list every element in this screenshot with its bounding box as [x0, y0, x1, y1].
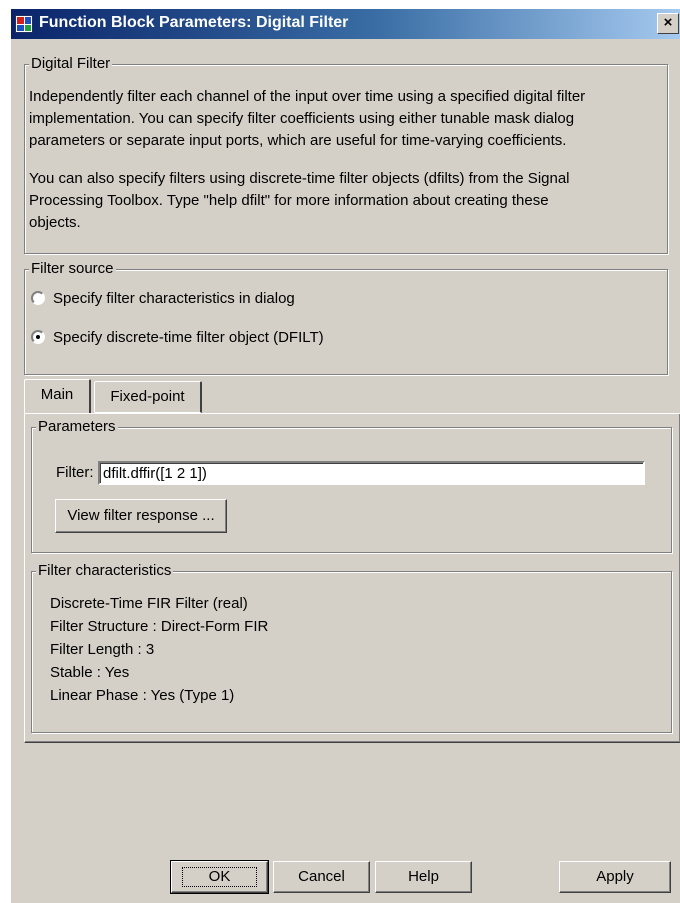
view-filter-response-label: View filter response ...: [67, 507, 215, 524]
radio-unchecked-icon[interactable]: [31, 290, 45, 305]
description-line: objects.: [29, 214, 81, 231]
close-icon: ×: [663, 14, 673, 31]
filter-source-legend: Filter source: [29, 259, 116, 279]
help-button[interactable]: Help: [375, 861, 472, 893]
characteristic-line: Filter Structure : Direct-Form FIR: [50, 618, 269, 635]
radio-label: Specify discrete-time filter object (DFI…: [53, 329, 324, 346]
description-line: Processing Toolbox. Type "help dfilt" fo…: [29, 192, 549, 209]
description-line: implementation. You can specify filter c…: [29, 110, 575, 127]
parameters-group: Parameters: [31, 417, 672, 553]
dialog-window: Function Block Parameters: Digital Filte…: [10, 8, 680, 903]
filter-label: Filter:: [56, 464, 94, 481]
description-line: parameters or separate input ports, whic…: [29, 132, 567, 149]
ok-button[interactable]: OK: [170, 860, 269, 894]
radio-label: Specify filter characteristics in dialog: [53, 290, 295, 307]
window-title: Function Block Parameters: Digital Filte…: [39, 14, 349, 31]
description-line: You can also specify filters using discr…: [29, 170, 570, 187]
tab-fixed-point-label: Fixed-point: [110, 388, 185, 405]
filter-characteristics-legend: Filter characteristics: [36, 561, 174, 581]
characteristic-line: Filter Length : 3: [50, 641, 155, 658]
view-filter-response-button[interactable]: View filter response ...: [55, 499, 227, 533]
apply-label: Apply: [596, 868, 634, 885]
tab-fixed-point[interactable]: Fixed-point: [94, 381, 202, 413]
tab-main[interactable]: Main: [24, 379, 91, 413]
parameters-legend: Parameters: [36, 417, 118, 437]
title-bar[interactable]: Function Block Parameters: Digital Filte…: [11, 9, 680, 39]
simulink-block-icon: [15, 15, 33, 33]
radio-dfilt-object[interactable]: Specify discrete-time filter object (DFI…: [31, 327, 324, 349]
cancel-label: Cancel: [298, 868, 345, 885]
filter-source-group: Filter source: [24, 259, 668, 375]
cancel-button[interactable]: Cancel: [273, 861, 370, 893]
description-paragraph-2: You can also specify filters using discr…: [29, 168, 669, 234]
help-label: Help: [408, 868, 439, 885]
characteristic-line: Stable : Yes: [50, 664, 130, 681]
apply-button[interactable]: Apply: [559, 861, 671, 893]
radio-dialog-characteristics[interactable]: Specify filter characteristics in dialog: [31, 288, 295, 310]
description-paragraph-1: Independently filter each channel of the…: [29, 86, 669, 152]
radio-checked-icon[interactable]: [31, 329, 45, 344]
description-line: Independently filter each channel of the…: [29, 88, 586, 105]
filter-input[interactable]: dfilt.dffir([1 2 1]): [98, 461, 645, 485]
digital-filter-legend: Digital Filter: [29, 54, 113, 74]
close-button[interactable]: ×: [657, 13, 679, 34]
characteristic-line: Linear Phase : Yes (Type 1): [50, 687, 235, 704]
characteristic-line: Discrete-Time FIR Filter (real): [50, 595, 248, 612]
ok-label: OK: [181, 867, 258, 887]
tab-main-label: Main: [40, 386, 74, 403]
